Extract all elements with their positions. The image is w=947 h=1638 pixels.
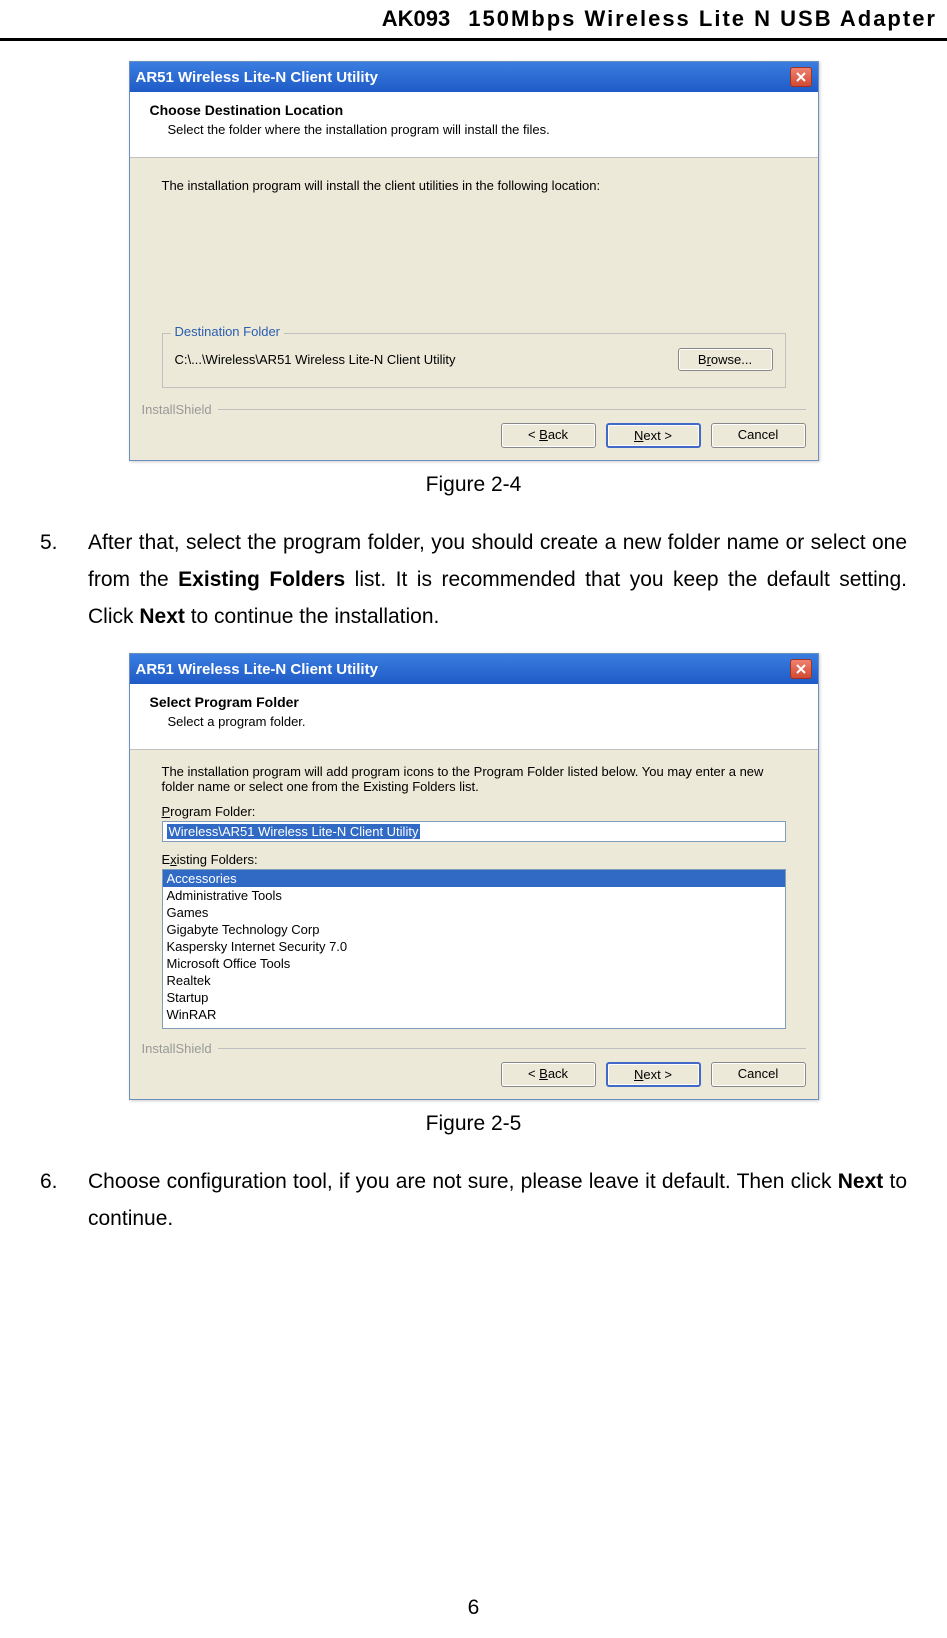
dialog-heading-area: Select Program Folder Select a program f… <box>130 684 818 750</box>
back-button[interactable]: < Back <box>501 423 596 448</box>
divider <box>218 1048 806 1049</box>
dialog-heading: Select Program Folder <box>150 694 788 710</box>
program-folder-label: Program Folder: <box>162 804 786 819</box>
model-code: AK093 <box>382 6 450 32</box>
step-text: Choose configuration tool, if you are no… <box>88 1164 907 1238</box>
divider <box>218 409 806 410</box>
titlebar[interactable]: AR51 Wireless Lite-N Client Utility <box>130 62 818 92</box>
text-bold: Next <box>139 605 185 628</box>
list-item[interactable]: Microsoft Office Tools <box>163 955 785 972</box>
existing-folders-listbox[interactable]: Accessories Administrative Tools Games G… <box>162 869 786 1029</box>
window-title: AR51 Wireless Lite-N Client Utility <box>136 661 378 678</box>
window-title: AR51 Wireless Lite-N Client Utility <box>136 69 378 86</box>
back-button[interactable]: < Back <box>501 1062 596 1087</box>
cancel-button[interactable]: Cancel <box>711 1062 806 1087</box>
program-folder-value: Wireless\AR51 Wireless Lite-N Client Uti… <box>167 824 421 839</box>
step-number: 6. <box>40 1164 88 1238</box>
dialog-message: The installation program will add progra… <box>162 764 786 794</box>
list-item[interactable]: WinRAR <box>163 1006 785 1023</box>
destination-folder-legend: Destination Folder <box>171 324 285 339</box>
existing-folders-label: Existing Folders: <box>162 852 786 867</box>
close-icon[interactable] <box>790 659 812 679</box>
figure-caption-2-4: Figure 2-4 <box>40 473 907 497</box>
text-run: Choose configuration tool, if you are no… <box>88 1170 838 1193</box>
installshield-label: InstallShield <box>142 402 212 417</box>
browse-button[interactable]: Browse... <box>678 348 773 371</box>
list-item[interactable]: Kaspersky Internet Security 7.0 <box>163 938 785 955</box>
dialog-heading-area: Choose Destination Location Select the f… <box>130 92 818 158</box>
list-item[interactable]: Startup <box>163 989 785 1006</box>
list-item[interactable]: Games <box>163 904 785 921</box>
installshield-label: InstallShield <box>142 1041 212 1056</box>
list-item[interactable]: Gigabyte Technology Corp <box>163 921 785 938</box>
list-item[interactable]: Administrative Tools <box>163 887 785 904</box>
dialog-message: The installation program will install th… <box>162 178 786 193</box>
installer-dialog-destination: AR51 Wireless Lite-N Client Utility Choo… <box>129 61 819 461</box>
destination-folder-group: Destination Folder C:\...\Wireless\AR51 … <box>162 333 786 388</box>
close-icon[interactable] <box>790 67 812 87</box>
page-number: 6 <box>0 1596 947 1620</box>
titlebar[interactable]: AR51 Wireless Lite-N Client Utility <box>130 654 818 684</box>
product-title: 150Mbps Wireless Lite N USB Adapter <box>468 6 937 32</box>
next-button[interactable]: Next > <box>606 423 701 448</box>
list-item[interactable]: Realtek <box>163 972 785 989</box>
step-number: 5. <box>40 525 88 635</box>
step-5: 5. After that, select the program folder… <box>40 525 907 635</box>
page-header: AK093 150Mbps Wireless Lite N USB Adapte… <box>0 0 947 41</box>
installer-dialog-program-folder: AR51 Wireless Lite-N Client Utility Sele… <box>129 653 819 1100</box>
dialog-heading: Choose Destination Location <box>150 102 788 118</box>
dialog-subheading: Select a program folder. <box>168 714 788 729</box>
cancel-button[interactable]: Cancel <box>711 423 806 448</box>
figure-caption-2-5: Figure 2-5 <box>40 1112 907 1136</box>
program-folder-input[interactable]: Wireless\AR51 Wireless Lite-N Client Uti… <box>162 821 786 842</box>
text-bold: Next <box>838 1170 884 1193</box>
list-item[interactable]: Accessories <box>163 870 785 887</box>
step-6: 6. Choose configuration tool, if you are… <box>40 1164 907 1238</box>
text-bold: Existing Folders <box>178 568 345 591</box>
dialog-subheading: Select the folder where the installation… <box>168 122 788 137</box>
destination-path: C:\...\Wireless\AR51 Wireless Lite-N Cli… <box>175 352 456 367</box>
text-run: to continue the installation. <box>185 605 440 628</box>
step-text: After that, select the program folder, y… <box>88 525 907 635</box>
next-button[interactable]: Next > <box>606 1062 701 1087</box>
